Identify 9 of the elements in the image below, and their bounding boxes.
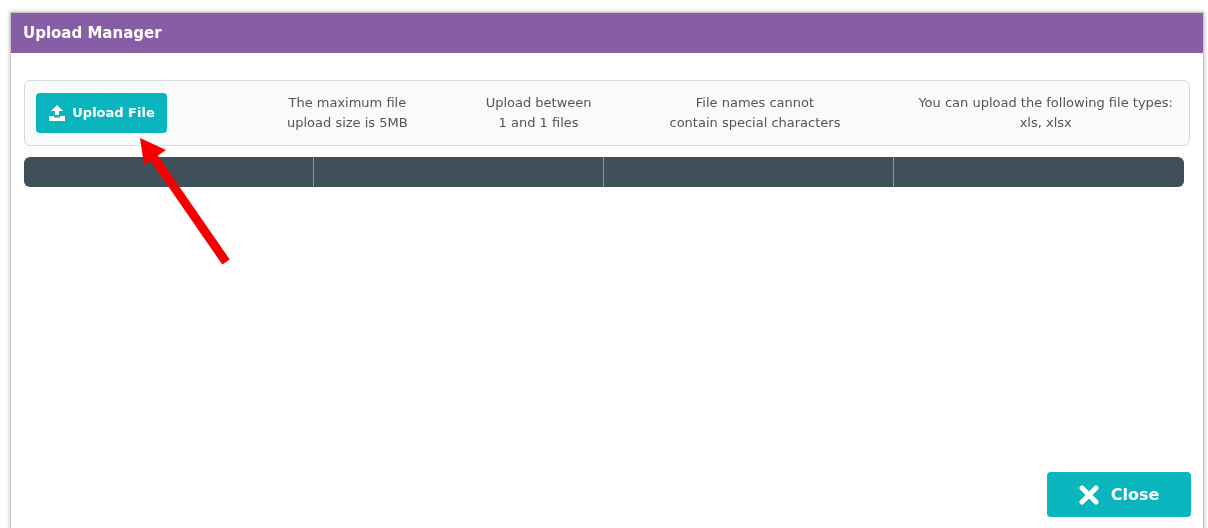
close-icon	[1078, 484, 1099, 505]
upload-rule-text: File names cannot contain special characters	[669, 94, 841, 132]
upload-file-button[interactable]: Upload File	[36, 93, 167, 133]
upload-rule-text: The maximum file upload size is 5MB	[287, 94, 408, 132]
upload-rule-text: Upload between 1 and 1 files	[485, 94, 592, 132]
upload-rule-text: You can upload the following file types: xls, xlsx	[918, 94, 1173, 132]
upload-icon	[48, 104, 67, 122]
dialog-title: Upload Manager	[23, 22, 162, 44]
close-button[interactable]: Close	[1047, 472, 1191, 517]
